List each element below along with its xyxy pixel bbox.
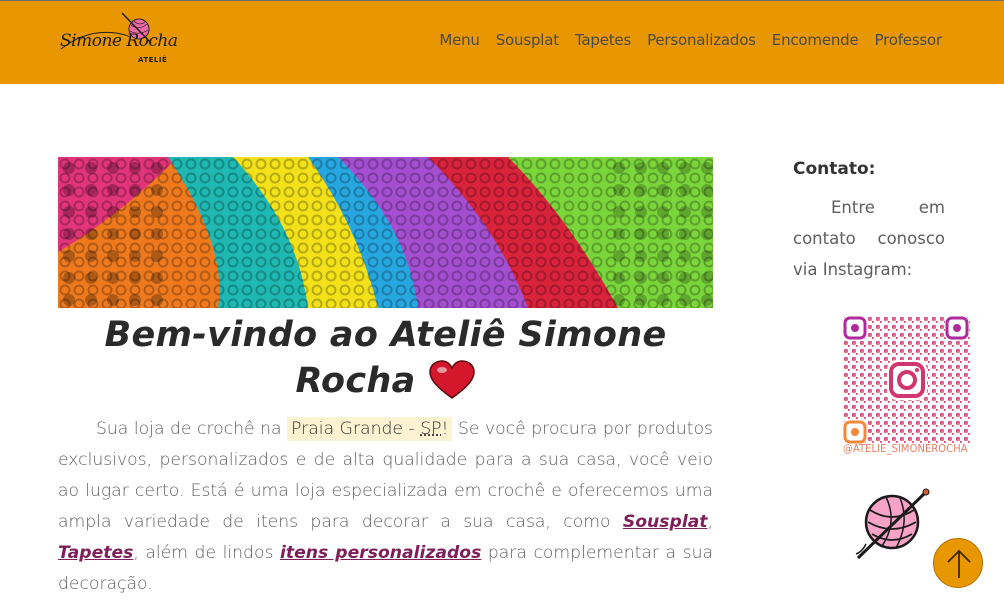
location-highlight: Praia Grande - SP! xyxy=(287,417,453,441)
brand-name: Simone Rocha xyxy=(60,31,178,51)
link-tapetes[interactable]: Tapetes xyxy=(58,543,133,563)
comma: , xyxy=(707,512,713,532)
instagram-qr-code[interactable] xyxy=(843,306,971,462)
location-end: ! xyxy=(441,419,449,439)
location-text: Praia Grande - xyxy=(291,419,421,439)
nav-item-encomende[interactable]: Encomende xyxy=(772,31,859,49)
yarn-ball-icon xyxy=(855,488,930,560)
brand-logo[interactable]: Simone Rocha ATELIÊ xyxy=(56,9,178,77)
contact-text: Entre em contato conosco via Instagram: xyxy=(793,198,945,279)
arrow-up-icon xyxy=(947,549,971,578)
nav-item-menu[interactable]: Menu xyxy=(439,31,480,49)
page-title-text: Bem-vindo ao Ateliê Simone Rocha xyxy=(104,315,667,401)
nav-item-sousplat[interactable]: Sousplat xyxy=(496,31,559,49)
intro-start: Sua loja de crochê na xyxy=(96,419,288,439)
page-title: Bem-vindo ao Ateliê Simone Rocha xyxy=(58,312,713,412)
link-sousplat[interactable]: Sousplat xyxy=(623,512,708,532)
location-abbr: SP xyxy=(420,419,442,439)
intro-after-tapetes: , além de lindos xyxy=(133,543,280,563)
main-nav: Menu Sousplat Tapetes Personalizados Enc… xyxy=(439,31,942,49)
nav-item-professor[interactable]: Professor xyxy=(875,31,943,49)
link-personalizados[interactable]: itens personalizados xyxy=(280,543,481,563)
instagram-handle[interactable]: @ATELIE_SIMONEROCHA xyxy=(843,442,968,455)
back-to-top-button[interactable] xyxy=(933,538,983,588)
nav-item-tapetes[interactable]: Tapetes xyxy=(575,31,631,49)
heart-icon xyxy=(428,360,476,412)
contact-title: Contato: xyxy=(793,159,876,179)
brand-subtitle: ATELIÊ xyxy=(138,56,168,64)
header-bar: Simone Rocha ATELIÊ Menu Sousplat Tapete… xyxy=(0,0,1004,84)
intro-paragraph: Sua loja de crochê na Praia Grande - SP!… xyxy=(58,414,713,600)
crochet-banner-image xyxy=(58,157,713,308)
nav-item-personalizados[interactable]: Personalizados xyxy=(647,31,756,49)
